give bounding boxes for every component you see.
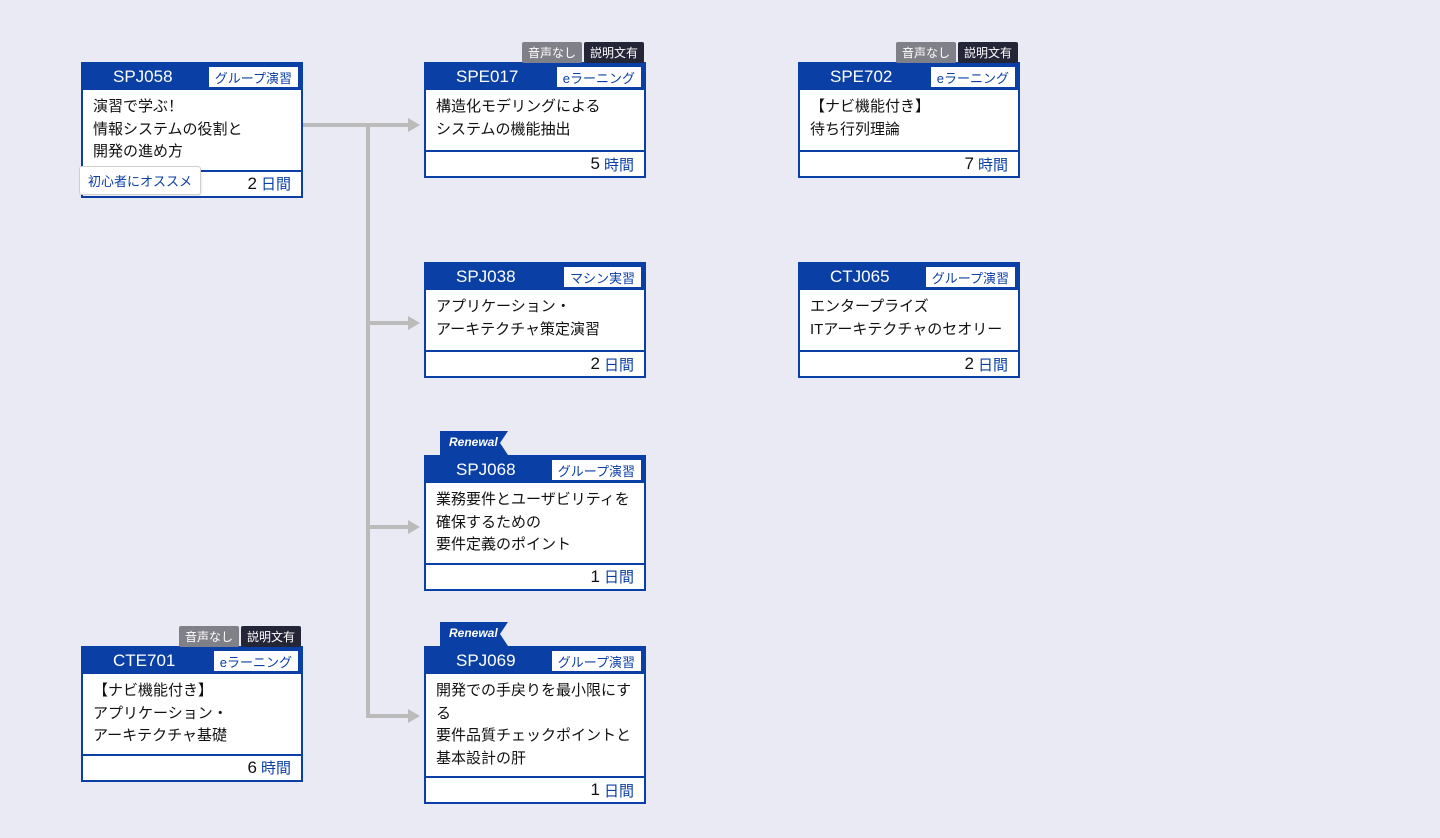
renewal-label: Renewal (449, 435, 498, 449)
course-code: SPJ069 (426, 648, 549, 674)
tag-no-audio: 音声なし (522, 42, 582, 63)
duration-number: 7 (965, 154, 974, 174)
arrowhead-spj038 (408, 316, 420, 330)
duration-unit: 日間 (261, 173, 291, 194)
course-title: 演習で学ぶ！ 情報システムの役割と 開発の進め方 (83, 90, 301, 170)
card-footer: 2 日間 (426, 350, 644, 376)
card-footer: 6 時間 (83, 754, 301, 780)
course-code: SPJ068 (426, 457, 549, 483)
connector-branch-spj038 (366, 321, 408, 325)
renewal-flag: Renewal (440, 622, 508, 646)
duration-number: 2 (591, 354, 600, 374)
course-code: SPE017 (426, 64, 554, 90)
course-type-tag: グループ演習 (208, 66, 299, 88)
course-title: 構造化モデリングによる システムの機能抽出 (426, 90, 644, 150)
card-spj068[interactable]: Renewal SPJ068 グループ演習 業務要件とユーザビリティを 確保する… (424, 455, 646, 591)
duration-unit: 日間 (604, 566, 634, 587)
duration-unit: 日間 (978, 354, 1008, 375)
course-code: CTE701 (83, 648, 211, 674)
duration-unit: 時間 (604, 154, 634, 175)
course-title: 【ナビ機能付き】 待ち行列理論 (800, 90, 1018, 150)
card-spj058[interactable]: SPJ058 グループ演習 演習で学ぶ！ 情報システムの役割と 開発の進め方 2… (81, 62, 303, 198)
tag-has-desc: 説明文有 (241, 626, 301, 647)
card-header: SPE017 eラーニング (426, 64, 644, 90)
course-type-tag: グループ演習 (551, 459, 642, 481)
card-footer: 1 日間 (426, 776, 644, 802)
course-code: SPE702 (800, 64, 928, 90)
course-title: アプリケーション・ アーキテクチャ策定演習 (426, 290, 644, 350)
duration-unit: 時間 (261, 757, 291, 778)
course-type-tag: eラーニング (213, 650, 299, 672)
connector-stem-h (303, 123, 370, 127)
meta-tags: 音声なし 説明文有 (522, 42, 644, 63)
meta-tags: 音声なし 説明文有 (896, 42, 1018, 63)
course-title: 開発での手戻りを最小限にする 要件品質チェックポイントと 基本設計の肝 (426, 674, 644, 776)
duration-number: 2 (248, 174, 257, 194)
connector-branch-spj068 (366, 525, 408, 529)
connector-branch-spj069 (366, 714, 408, 718)
duration-number: 6 (248, 758, 257, 778)
tag-no-audio: 音声なし (179, 626, 239, 647)
meta-tags: 音声なし 説明文有 (179, 626, 301, 647)
arrowhead-spj068 (408, 520, 420, 534)
course-code: SPJ058 (83, 64, 206, 90)
course-code: CTJ065 (800, 264, 923, 290)
course-type-tag: eラーニング (930, 66, 1016, 88)
card-header: CTE701 eラーニング (83, 648, 301, 674)
card-spj069[interactable]: Renewal SPJ069 グループ演習 開発での手戻りを最小限にする 要件品… (424, 646, 646, 804)
card-header: SPJ038 マシン実習 (426, 264, 644, 290)
duration-number: 1 (591, 780, 600, 800)
renewal-flag: Renewal (440, 431, 508, 455)
card-cte701[interactable]: 音声なし 説明文有 CTE701 eラーニング 【ナビ機能付き】 アプリケーショ… (81, 646, 303, 782)
connector-branch-spe017 (366, 123, 408, 127)
card-header: SPE702 eラーニング (800, 64, 1018, 90)
card-spe702[interactable]: 音声なし 説明文有 SPE702 eラーニング 【ナビ機能付き】 待ち行列理論 … (798, 62, 1020, 178)
duration-number: 5 (591, 154, 600, 174)
course-title: 【ナビ機能付き】 アプリケーション・ アーキテクチャ基礎 (83, 674, 301, 754)
card-header: CTJ065 グループ演習 (800, 264, 1018, 290)
renewal-label: Renewal (449, 626, 498, 640)
arrowhead-spj069 (408, 709, 420, 723)
card-spe017[interactable]: 音声なし 説明文有 SPE017 eラーニング 構造化モデリングによる システム… (424, 62, 646, 178)
course-title: 業務要件とユーザビリティを 確保するための 要件定義のポイント (426, 483, 644, 563)
connector-trunk-v (366, 123, 370, 717)
card-spj038[interactable]: SPJ038 マシン実習 アプリケーション・ アーキテクチャ策定演習 2 日間 (424, 262, 646, 378)
arrowhead-spe017 (408, 118, 420, 132)
card-ctj065[interactable]: CTJ065 グループ演習 エンタープライズ ITアーキテクチャのセオリー 2 … (798, 262, 1020, 378)
card-header: SPJ068 グループ演習 (426, 457, 644, 483)
card-footer: 7 時間 (800, 150, 1018, 176)
course-title: エンタープライズ ITアーキテクチャのセオリー (800, 290, 1018, 350)
tag-has-desc: 説明文有 (958, 42, 1018, 63)
card-footer: 1 日間 (426, 563, 644, 589)
course-type-tag: グループ演習 (551, 650, 642, 672)
recommend-badge: 初心者にオススメ (79, 166, 201, 195)
duration-unit: 日間 (604, 780, 634, 801)
course-code: SPJ038 (426, 264, 561, 290)
card-footer: 2 日間 (800, 350, 1018, 376)
duration-number: 1 (591, 567, 600, 587)
course-type-tag: マシン実習 (563, 266, 642, 288)
tag-has-desc: 説明文有 (584, 42, 644, 63)
card-header: SPJ069 グループ演習 (426, 648, 644, 674)
course-type-tag: グループ演習 (925, 266, 1016, 288)
duration-number: 2 (965, 354, 974, 374)
course-type-tag: eラーニング (556, 66, 642, 88)
duration-unit: 日間 (604, 354, 634, 375)
tag-no-audio: 音声なし (896, 42, 956, 63)
card-header: SPJ058 グループ演習 (83, 64, 301, 90)
card-footer: 5 時間 (426, 150, 644, 176)
duration-unit: 時間 (978, 154, 1008, 175)
